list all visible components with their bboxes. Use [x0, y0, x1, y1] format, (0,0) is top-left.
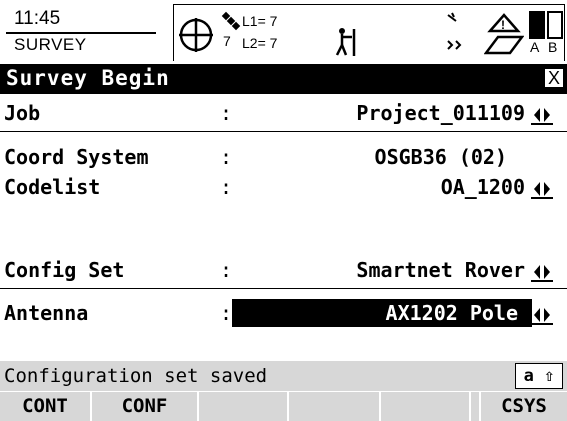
clock-box: 11:45 SURVEY — [6, 6, 176, 58]
message-line: Configuration set saved a ⇧ — [0, 361, 567, 391]
mode-label: SURVEY — [14, 35, 87, 54]
satellite-icon — [221, 11, 241, 31]
antenna-label: Antenna — [4, 301, 89, 325]
coord-system-colon: : — [220, 145, 233, 169]
softkey-bar: CONT CONF CSYS — [0, 392, 567, 421]
antenna-value: AX1202 Pole — [385, 301, 518, 325]
clock-divider — [6, 32, 156, 34]
status-bar: 11:45 SURVEY 7 L1= 7 L2= 7 ! A B — [0, 0, 567, 64]
job-value: Project_011109 — [356, 101, 525, 125]
battery-icon — [529, 11, 545, 39]
page-title: Survey Begin — [6, 66, 170, 90]
battery-b-label: B — [548, 39, 558, 55]
job-row[interactable]: Job : Project_011109 — [0, 99, 567, 129]
radio-icon — [447, 12, 462, 50]
config-set-colon: : — [220, 258, 233, 282]
warning-icon: ! — [484, 13, 524, 55]
softkey-cont[interactable]: CONT — [0, 392, 92, 421]
input-mode-indicator: a ⇧ — [515, 363, 563, 389]
status-message: Configuration set saved — [4, 365, 268, 387]
codelist-label: Codelist — [4, 175, 101, 199]
codelist-colon: : — [220, 175, 233, 199]
battery-icon — [547, 11, 563, 39]
coord-system-label: Coord System — [4, 145, 149, 169]
softkey-f6[interactable] — [471, 392, 481, 421]
clock: 11:45 — [14, 8, 61, 29]
config-set-label: Config Set — [4, 258, 125, 282]
codelist-row[interactable]: Codelist : OA_1200 — [0, 173, 567, 203]
softkey-f3[interactable] — [199, 392, 289, 421]
coord-system-row: Coord System : OSGB36 (02) — [0, 143, 567, 173]
survey-screen: 11:45 SURVEY 7 L1= 7 L2= 7 ! A B Survey … — [0, 0, 567, 421]
job-colon: : — [220, 101, 233, 125]
title-bar: Survey Begin X — [0, 64, 567, 94]
crosshair-icon — [179, 18, 213, 52]
codelist-value: OA_1200 — [440, 175, 525, 199]
softkey-f4[interactable] — [289, 392, 381, 421]
status-panel: 7 L1= 7 L2= 7 ! A B — [173, 4, 565, 61]
close-icon: X — [547, 68, 560, 88]
surveyor-icon — [335, 28, 356, 56]
antenna-colon: : — [220, 301, 233, 325]
spin-arrows-icon[interactable] — [531, 262, 553, 282]
job-label: Job — [4, 101, 41, 125]
config-set-value: Smartnet Rover — [356, 258, 525, 282]
svg-text:!: ! — [501, 18, 505, 32]
antenna-selected-field[interactable]: AX1202 Pole — [232, 299, 532, 327]
row-separator — [0, 131, 567, 132]
antenna-row[interactable]: Antenna : AX1202 Pole — [0, 299, 567, 329]
battery-a-label: A — [530, 39, 540, 55]
l1-count: L1= 7 — [242, 13, 278, 29]
softkey-f5[interactable] — [381, 392, 471, 421]
row-separator — [0, 288, 567, 289]
spin-arrows-icon[interactable] — [531, 179, 553, 199]
softkey-csys[interactable]: CSYS — [481, 392, 567, 421]
spin-arrows-icon[interactable] — [531, 105, 553, 125]
coord-system-value: OSGB36 (02) — [374, 145, 507, 169]
satellite-count: 7 — [223, 33, 231, 49]
config-set-row[interactable]: Config Set : Smartnet Rover — [0, 256, 567, 286]
close-button[interactable]: X — [545, 69, 563, 87]
spin-arrows-icon[interactable] — [531, 305, 553, 325]
l2-count: L2= 7 — [242, 35, 278, 51]
softkey-conf[interactable]: CONF — [92, 392, 199, 421]
